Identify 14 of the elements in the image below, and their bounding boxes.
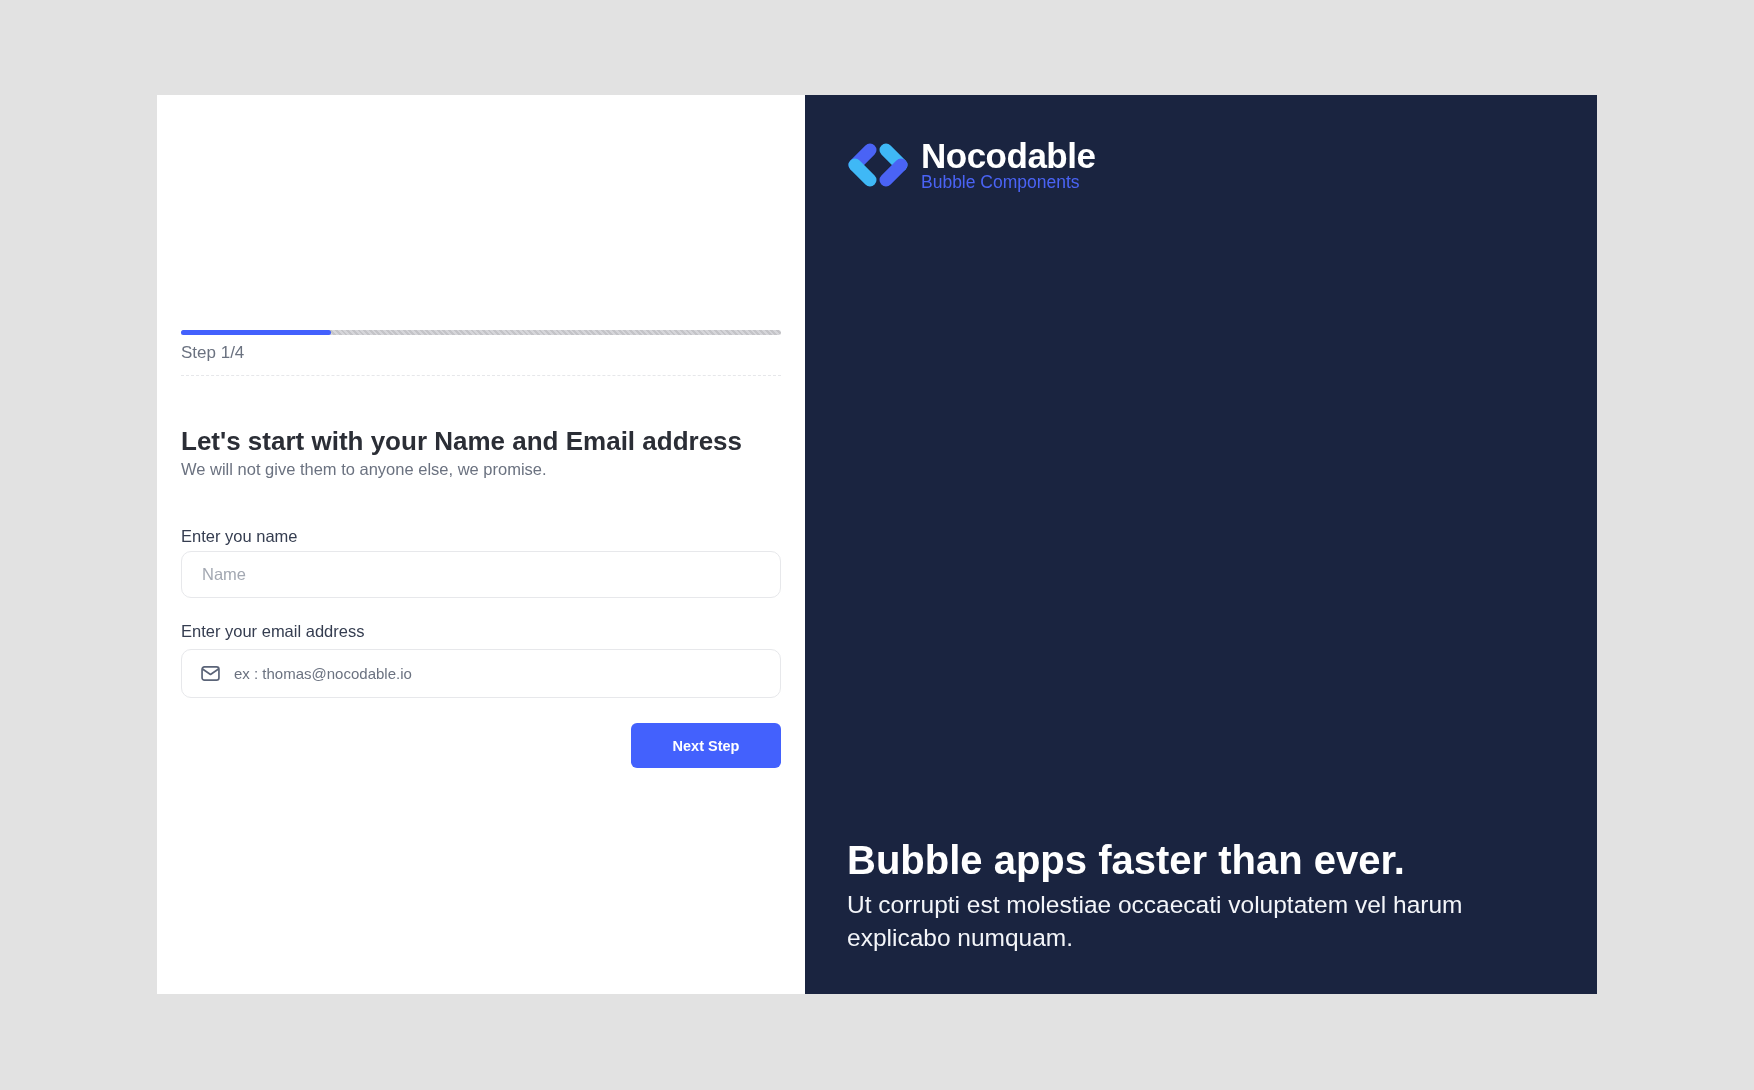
text-input-field[interactable]: Name bbox=[181, 551, 781, 598]
next-step-button[interactable]: Next Step bbox=[631, 723, 781, 768]
brand-description: Ut corrupti est molestiae occaecati voluptatem vel harum explicabo numquam. bbox=[847, 890, 1464, 953]
logo-icon bbox=[847, 142, 909, 188]
field-label: Enter your email address bbox=[181, 621, 365, 641]
brand-name: Nocodable bbox=[921, 138, 1096, 173]
form-heading: Let's start with your Name and Email address bbox=[181, 426, 743, 456]
envelope-icon bbox=[201, 666, 220, 681]
field-label: Enter you name bbox=[181, 526, 298, 546]
brand-headline: Bubble apps faster than ever. bbox=[847, 838, 1405, 882]
email-input-field[interactable]: ex : thomas@nocodable.io bbox=[181, 649, 781, 698]
brand-tagline: Bubble Components bbox=[921, 173, 1080, 192]
form-subheading: We will not give them to anyone else, we promise. bbox=[181, 459, 547, 479]
step-label: Step 1/4 bbox=[181, 343, 245, 363]
